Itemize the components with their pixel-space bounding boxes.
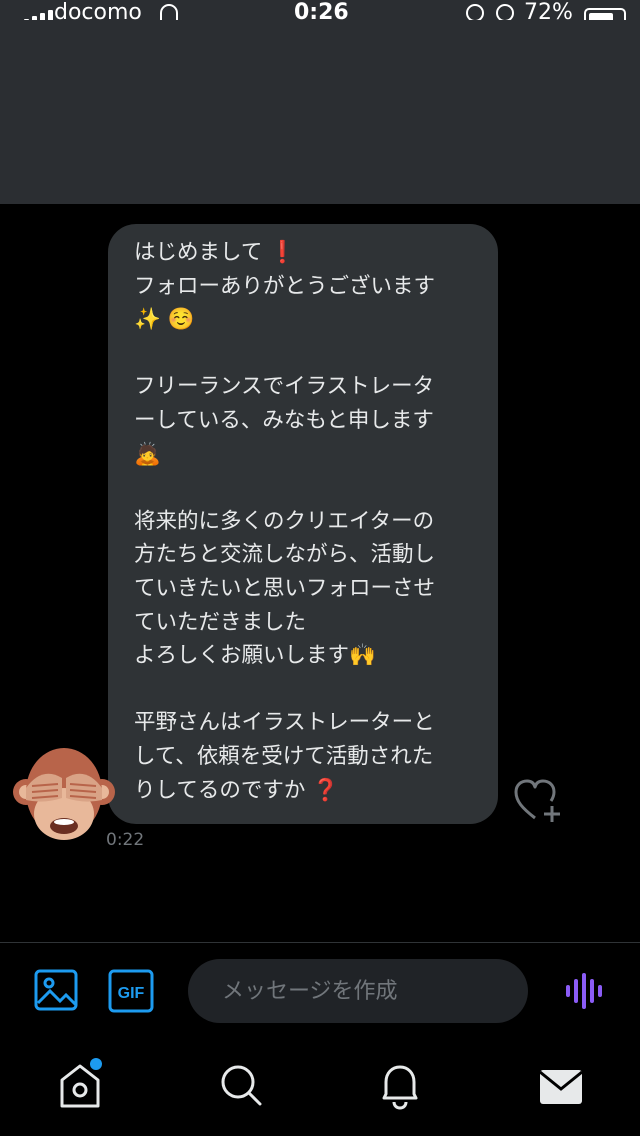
add-reaction-button[interactable] xyxy=(512,778,564,824)
tab-search[interactable] xyxy=(212,1058,272,1114)
status-bar: docomo 0:26 72% xyxy=(0,0,640,20)
bell-icon xyxy=(382,1065,418,1110)
voice-message-button[interactable] xyxy=(564,973,604,1009)
clock: 0:26 xyxy=(294,0,349,21)
alarm-icon xyxy=(496,4,514,20)
notification-dot xyxy=(90,1058,102,1070)
message-timestamp: 0:22 xyxy=(106,830,145,850)
battery-icon xyxy=(584,8,626,20)
message-text: はじめまして ❗️ フォローありがとうございます ✨ ☺️ フリーランスでイラス… xyxy=(134,240,436,803)
search-icon xyxy=(221,1065,262,1106)
image-icon xyxy=(34,969,78,1011)
message-bubble[interactable]: はじめまして ❗️ フォローありがとうございます ✨ ☺️ フリーランスでイラス… xyxy=(108,224,498,824)
add-image-button[interactable] xyxy=(34,969,80,1013)
sender-avatar[interactable] xyxy=(12,742,116,846)
signal-icon xyxy=(24,10,53,20)
carrier-name: docomo xyxy=(54,0,142,21)
home-icon xyxy=(60,1058,102,1108)
add-gif-button[interactable]: GIF xyxy=(108,969,154,1013)
tab-home[interactable] xyxy=(52,1058,112,1114)
tab-bar xyxy=(0,1038,640,1136)
waveform-icon xyxy=(566,973,602,1009)
heart-plus-icon xyxy=(514,779,560,822)
battery-percent: 72% xyxy=(524,0,573,21)
wifi-icon xyxy=(160,4,178,20)
tab-messages[interactable] xyxy=(532,1058,592,1114)
message-input[interactable] xyxy=(188,959,528,1023)
mail-icon xyxy=(539,1070,583,1104)
gif-label: GIF xyxy=(118,985,145,1002)
see-no-evil-monkey-icon xyxy=(13,748,115,840)
gif-icon: GIF xyxy=(108,969,154,1013)
message-composer: GIF xyxy=(0,942,640,1039)
tab-notifications[interactable] xyxy=(372,1058,432,1114)
conversation-header xyxy=(0,20,640,204)
location-icon xyxy=(466,4,484,20)
